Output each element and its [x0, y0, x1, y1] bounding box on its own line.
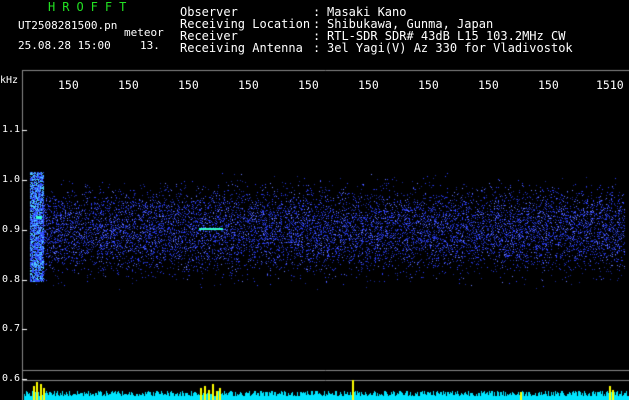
y-tick-label: 0.6: [2, 373, 21, 384]
y-tick-label: 0.8: [2, 274, 21, 285]
x-tick-label: 150: [178, 78, 199, 92]
timestamp: 25.08.28 15:00: [18, 39, 111, 52]
channel-number: 13.: [140, 39, 160, 52]
spectrogram-canvas: [0, 0, 629, 400]
x-tick-label: 1510: [596, 78, 624, 92]
y-axis-unit: kHz: [0, 75, 19, 86]
filename: UT2508281500.pn: [18, 19, 118, 32]
x-tick-label: 150: [118, 78, 139, 92]
x-tick-label: 150: [478, 78, 499, 92]
y-tick-label: 0.9: [2, 224, 21, 235]
antenna-label: Receiving Antenna: [180, 41, 303, 55]
y-tick-label: 1.0: [2, 174, 21, 185]
antenna-value: 3el Yagi(V) Az 330 for Vladivostok: [327, 41, 573, 55]
x-tick-label: 150: [538, 78, 559, 92]
x-tick-label: 150: [358, 78, 379, 92]
y-tick-label: 0.7: [2, 323, 21, 334]
x-tick-label: 150: [238, 78, 259, 92]
x-tick-label: 150: [58, 78, 79, 92]
filename-suffix: meteor: [124, 26, 164, 39]
antenna-colon: :: [313, 41, 321, 55]
x-tick-label: 150: [418, 78, 439, 92]
app-title: HROFFT: [48, 0, 134, 14]
x-tick-label: 150: [298, 78, 319, 92]
y-tick-label: 1.1: [2, 124, 21, 135]
